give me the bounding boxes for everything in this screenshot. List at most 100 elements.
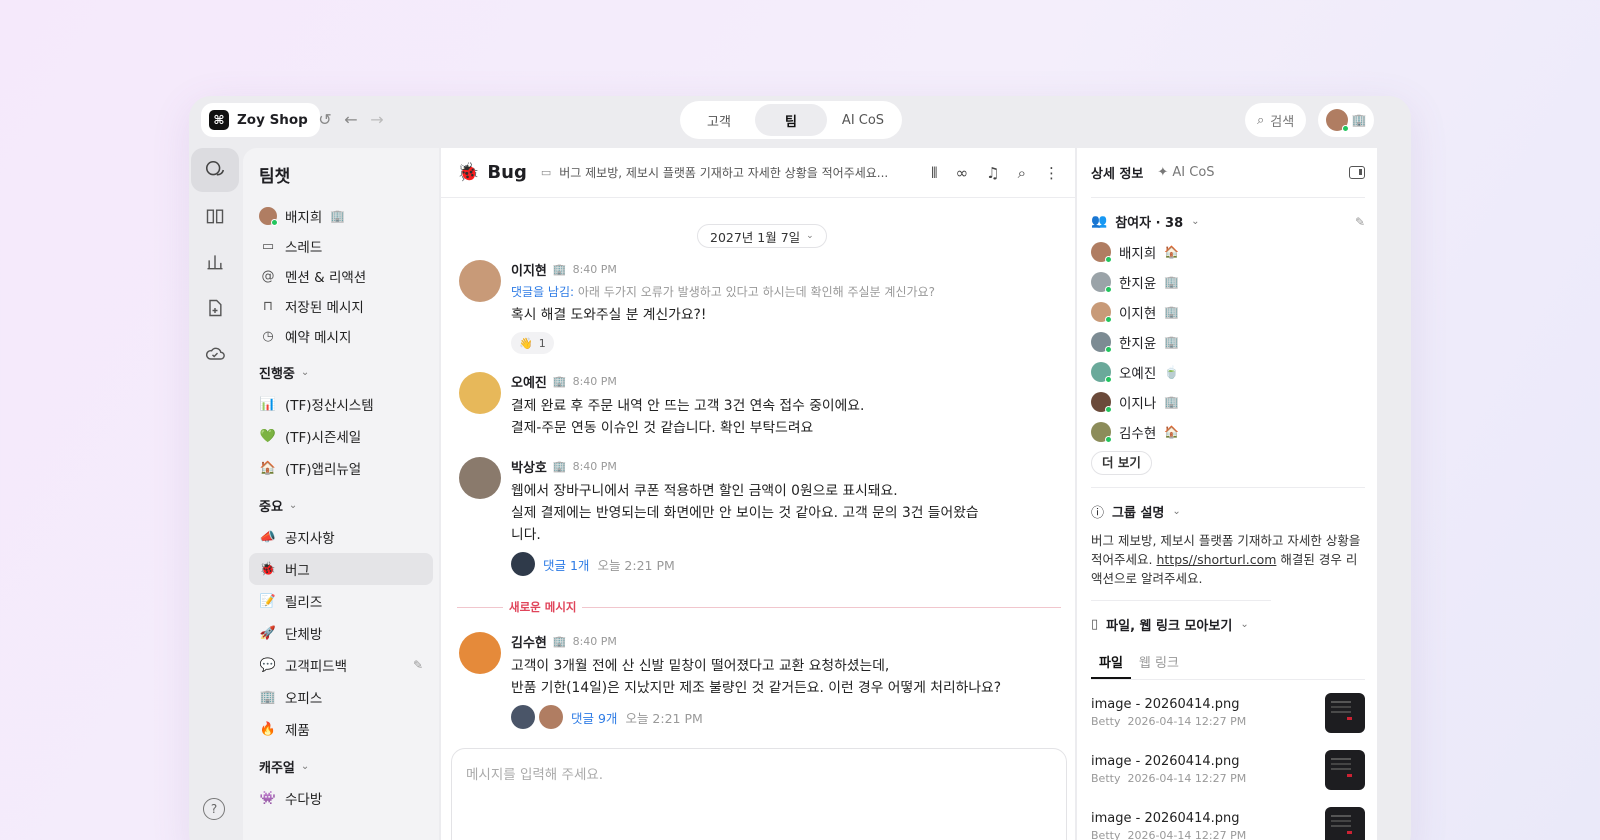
channel-label: 수다방 bbox=[285, 792, 323, 808]
sidebar-item-scheduled[interactable]: ◷ 예약 메시지 bbox=[249, 321, 433, 351]
channel-label: 오피스 bbox=[285, 691, 323, 707]
message[interactable]: 오예진 🏢 8:40 PM 결제 완료 후 주문 내역 안 뜨는 고객 3건 연… bbox=[459, 372, 1059, 439]
thread-time: 오늘 2:21 PM bbox=[625, 710, 703, 726]
link-icon[interactable]: ∞ bbox=[956, 164, 969, 182]
tab-team[interactable]: 팀 bbox=[755, 104, 827, 136]
workspace-switcher[interactable]: ⌘ Zoy Shop bbox=[201, 103, 320, 137]
group-title: 그룹 설명 bbox=[1112, 506, 1165, 521]
divider bbox=[1091, 487, 1365, 488]
sidebar-item-saved[interactable]: ⊓ 저장된 메시지 bbox=[249, 291, 433, 321]
avatar[interactable] bbox=[459, 632, 501, 674]
channel-item[interactable]: 🏠 (TF)앱리뉴얼 bbox=[249, 452, 433, 484]
show-more-button[interactable]: 더 보기 bbox=[1091, 451, 1152, 475]
member-row[interactable]: 김수현 🏠 bbox=[1091, 417, 1365, 447]
file-thumbnail[interactable] bbox=[1325, 692, 1365, 733]
file-name: image - 20260414.png bbox=[1091, 754, 1240, 769]
member-row[interactable]: 한지윤 🏢 bbox=[1091, 327, 1365, 357]
workspace-name: Zoy Shop bbox=[237, 112, 308, 128]
tab-ai-cos[interactable]: AI CoS bbox=[827, 104, 899, 136]
chat-icon[interactable] bbox=[191, 148, 239, 192]
tab-files[interactable]: 파일 bbox=[1091, 646, 1131, 679]
file-time: 12:27 PM bbox=[1194, 772, 1247, 785]
message-author[interactable]: 김수현 bbox=[511, 632, 547, 651]
audio-wave-icon[interactable]: ⦀ bbox=[931, 164, 938, 182]
thread-summary[interactable]: 댓글 1개 오늘 2:21 PM bbox=[511, 552, 1059, 576]
tab-customers[interactable]: 고객 bbox=[683, 104, 755, 136]
more-vertical-icon[interactable]: ⋮ bbox=[1044, 164, 1059, 182]
channel-item[interactable]: 📝 릴리즈 bbox=[249, 585, 433, 617]
thread-summary[interactable]: 댓글 9개 오늘 2:21 PM bbox=[511, 705, 1059, 729]
sidebar-item-threads[interactable]: ▭ 스레드 bbox=[249, 231, 433, 261]
search-button[interactable]: ⌕ 검색 bbox=[1245, 103, 1307, 137]
pencil-icon[interactable]: ✎ bbox=[413, 658, 423, 672]
megaphone-emoji-icon: 📣 bbox=[259, 529, 277, 545]
member-row[interactable]: 이지나 🏢 bbox=[1091, 387, 1365, 417]
tab-details[interactable]: 상세 정보 bbox=[1091, 163, 1143, 182]
member-row[interactable]: 배지희 🏠 bbox=[1091, 237, 1365, 267]
book-icon[interactable] bbox=[191, 194, 239, 238]
thread-count[interactable]: 댓글 9개 bbox=[571, 708, 617, 727]
channel-item[interactable]: 🚀 단체방 bbox=[249, 617, 433, 649]
office-icon: 🏢 bbox=[1351, 113, 1367, 127]
channel-item[interactable]: 👾 수다방 bbox=[249, 782, 433, 814]
date-separator[interactable]: 2027년 1월 7일 ⌄ bbox=[697, 224, 827, 248]
bell-icon[interactable]: ♫ bbox=[986, 164, 999, 182]
edit-icon[interactable]: ✎ bbox=[1355, 215, 1365, 229]
reply-context[interactable]: 댓글을 남김: 아래 두가지 오류가 발생하고 있다고 하시는데 확인해 주실분… bbox=[511, 283, 1059, 300]
message-author[interactable]: 이지현 bbox=[511, 260, 547, 279]
cloud-check-icon[interactable] bbox=[191, 332, 239, 376]
file-thumbnail[interactable] bbox=[1325, 749, 1365, 790]
file-thumbnail[interactable] bbox=[1325, 806, 1365, 840]
channel-item[interactable]: 💬 고객피드백 ✎ bbox=[249, 649, 433, 681]
file-row[interactable]: image - 20260414.png Betty 2026-04-14 12:… bbox=[1091, 741, 1365, 798]
channel-item[interactable]: 📣 공지사항 bbox=[249, 521, 433, 553]
tab-web-links[interactable]: 웹 링크 bbox=[1131, 646, 1187, 679]
section-casual[interactable]: 캐주얼 ⌄ bbox=[249, 757, 433, 776]
sidebar-item-mentions[interactable]: @ 멘션 & 리액션 bbox=[249, 261, 433, 291]
member-row[interactable]: 이지현 🏢 bbox=[1091, 297, 1365, 327]
files-section-header[interactable]: ▯ 파일, 웹 링크 모아보기 ⌄ bbox=[1091, 615, 1365, 634]
user-menu[interactable]: 🏢 bbox=[1318, 103, 1374, 137]
avatar[interactable] bbox=[459, 457, 501, 499]
group-description-header[interactable]: ⓘ 그룹 설명 ⌄ bbox=[1091, 502, 1365, 521]
channel-item[interactable]: 🔥 제품 bbox=[249, 713, 433, 745]
member-row[interactable]: 오예진 🍵 bbox=[1091, 357, 1365, 387]
file-row[interactable]: image - 20260414.png Betty 2026-04-14 12:… bbox=[1091, 798, 1365, 840]
forward-arrow-icon[interactable]: → bbox=[368, 110, 386, 129]
chart-icon[interactable] bbox=[191, 240, 239, 284]
message[interactable]: 김수현 🏢 8:40 PM 고객이 3개월 전에 산 신발 밑창이 떨어졌다고 … bbox=[459, 632, 1059, 729]
reaction-chip[interactable]: 👋 1 bbox=[511, 332, 554, 354]
history-icon[interactable]: ↺ bbox=[316, 110, 334, 129]
message-author[interactable]: 오예진 bbox=[511, 372, 547, 391]
help-icon[interactable]: ? bbox=[203, 798, 225, 820]
section-important[interactable]: 중요 ⌄ bbox=[249, 496, 433, 515]
tab-ai-cos[interactable]: ✦ AI CoS bbox=[1157, 165, 1214, 180]
search-icon[interactable]: ⌕ bbox=[1018, 164, 1026, 182]
sidebar-item-dm[interactable]: 배지희 🏢 bbox=[249, 201, 433, 231]
toggle-panel-icon[interactable] bbox=[1349, 166, 1365, 179]
reply-label: 댓글을 남김: bbox=[511, 285, 575, 299]
message[interactable]: 박상호 🏢 8:40 PM 웹에서 장바구니에서 쿠폰 적용하면 할인 금액이 … bbox=[459, 457, 1059, 576]
channel-item[interactable]: 📊 (TF)정산시스템 bbox=[249, 388, 433, 420]
members-section-header[interactable]: 👥 참여자 · 38 ⌄ ✎ bbox=[1091, 212, 1365, 231]
message-input[interactable]: 메시지를 입력해 주세요. bbox=[451, 748, 1067, 840]
channel-item-active[interactable]: 🐞 버그 bbox=[249, 553, 433, 585]
member-name: 김수현 bbox=[1119, 426, 1157, 442]
file-row[interactable]: image - 20260414.png Betty 2026-04-14 12:… bbox=[1091, 684, 1365, 741]
mode-tabs: 고객 팀 AI CoS bbox=[680, 101, 902, 139]
thread-count[interactable]: 댓글 1개 bbox=[543, 555, 589, 574]
clock-icon: ◷ bbox=[262, 328, 274, 344]
section-in-progress[interactable]: 진행중 ⌄ bbox=[249, 363, 433, 382]
channel-item[interactable]: 🏢 오피스 bbox=[249, 681, 433, 713]
message[interactable]: 이지현 🏢 8:40 PM 댓글을 남김: 아래 두가지 오류가 발생하고 있다… bbox=[459, 260, 1059, 354]
avatar[interactable] bbox=[459, 372, 501, 414]
file-add-icon[interactable] bbox=[191, 286, 239, 330]
group-link[interactable]: https//shorturl.com bbox=[1156, 552, 1276, 567]
member-row[interactable]: 한지윤 🏢 bbox=[1091, 267, 1365, 297]
avatar[interactable] bbox=[459, 260, 501, 302]
file-name: image - 20260414.png bbox=[1091, 811, 1240, 826]
chart-emoji-icon: 📊 bbox=[259, 396, 277, 412]
back-arrow-icon[interactable]: ← bbox=[342, 110, 360, 129]
channel-item[interactable]: 💚 (TF)시즌세일 bbox=[249, 420, 433, 452]
message-author[interactable]: 박상호 bbox=[511, 457, 547, 476]
